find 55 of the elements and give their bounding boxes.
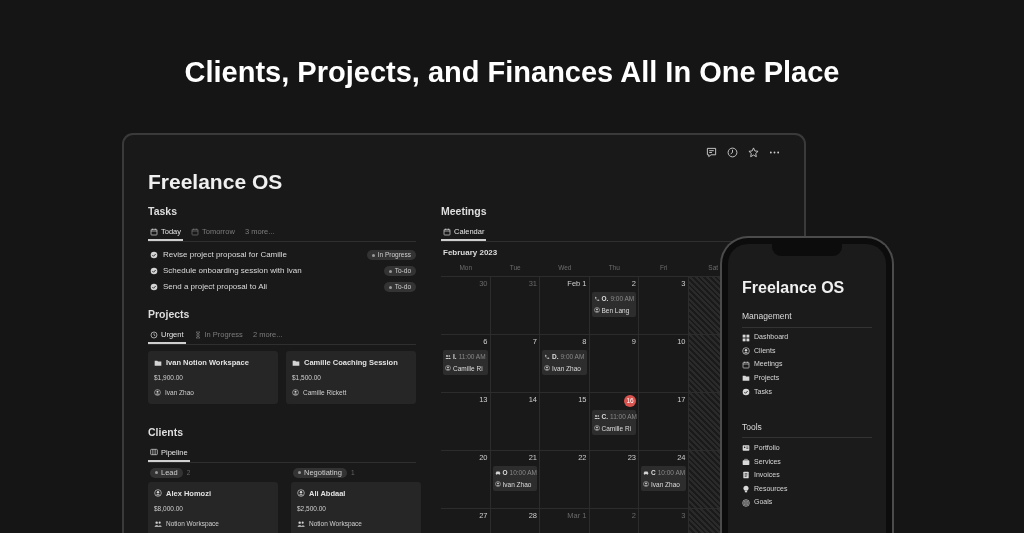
people-icon <box>593 413 600 420</box>
task-title: Revise project proposal for Camille <box>163 249 289 261</box>
person-icon <box>154 489 162 498</box>
person-icon <box>643 481 649 488</box>
nav-section-heading: Management <box>742 310 792 323</box>
section-heading: Clients <box>148 425 183 439</box>
section-heading: Projects <box>148 308 190 321</box>
people-icon <box>297 519 305 528</box>
phone-icon <box>593 295 600 302</box>
check-circle-icon <box>150 251 158 259</box>
clock-icon <box>150 330 158 339</box>
person-icon <box>742 347 750 356</box>
comment-icon[interactable] <box>706 147 717 158</box>
person-icon <box>593 307 600 314</box>
calendar-icon <box>191 227 199 236</box>
person-icon <box>445 365 451 372</box>
person-icon <box>544 365 550 372</box>
task-title: Send a project proposal to Ali <box>163 281 269 293</box>
person-icon <box>494 481 501 488</box>
folder-icon <box>742 374 750 383</box>
check-circle-icon <box>150 267 158 275</box>
headline: Clients, Projects, and Finances All In One Place <box>184 55 840 90</box>
target-icon <box>742 498 750 507</box>
calendar-icon <box>742 360 750 369</box>
nav-section-heading: Tools <box>742 420 762 434</box>
check-circle-icon <box>742 387 750 396</box>
person-icon <box>292 389 299 397</box>
section-heading: Tasks <box>148 205 177 218</box>
check-circle-icon <box>150 283 158 291</box>
bulb-icon <box>742 485 750 494</box>
board-icon <box>150 448 158 457</box>
folder-icon <box>154 358 162 367</box>
calendar-icon <box>150 227 158 236</box>
star-icon[interactable] <box>748 147 759 158</box>
task-title: Schedule onboarding session with Ivan <box>163 265 303 277</box>
grid-icon <box>742 333 750 342</box>
section-heading: Meetings <box>441 205 487 218</box>
app-title: Freelance OS <box>742 278 845 298</box>
page-title: Freelance OS <box>148 169 283 195</box>
people-icon <box>445 353 451 360</box>
person-icon <box>593 425 600 432</box>
document-icon <box>742 471 750 480</box>
id-card-icon <box>742 444 750 453</box>
car-icon <box>494 469 501 476</box>
person-icon <box>154 389 161 397</box>
calendar-icon <box>443 227 451 236</box>
people-icon <box>154 519 162 528</box>
car-icon <box>643 469 649 476</box>
folder-icon <box>292 358 300 367</box>
month-label: February 2023 <box>443 247 498 259</box>
briefcase-icon <box>742 457 750 466</box>
hourglass-icon <box>193 330 202 339</box>
clock-icon[interactable] <box>727 147 738 158</box>
phone-icon <box>544 353 550 360</box>
person-icon <box>297 489 305 498</box>
